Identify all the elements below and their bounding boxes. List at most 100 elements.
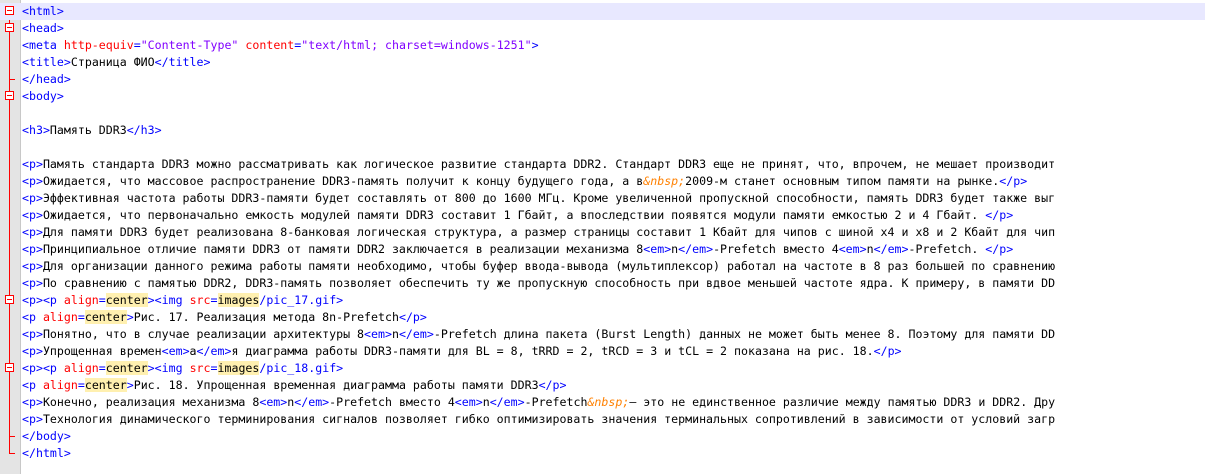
token-txt: Ожидается, что массовое распространение … [42, 174, 644, 188]
token-tag: ><img [147, 361, 190, 375]
token-tag: </em> [678, 242, 714, 256]
code-line[interactable]: <p>Для памяти DDR3 будет реализована 8-б… [0, 224, 1205, 241]
token-txt: Конечно, реализация механизма 8 [42, 395, 260, 409]
token-tag: <body> [22, 89, 64, 103]
token-tag: </h3> [126, 123, 162, 137]
code-line[interactable]: <p>Технология динамического терминирован… [0, 411, 1205, 428]
code-line[interactable]: </body> [0, 428, 1205, 445]
token-tag: <head> [22, 21, 64, 35]
token-tag: </p> [538, 378, 567, 392]
token-tag: </p> [398, 310, 427, 324]
token-txt: Упрощенная времен [42, 344, 162, 358]
code-line[interactable] [0, 105, 1205, 122]
token-tag: <p> [22, 344, 43, 358]
fold-tree-line [9, 258, 10, 275]
line-code: <p>По сравнению с памятью DDR2, DDR3-пам… [22, 275, 1055, 292]
code-line[interactable]: <p align=center>Рис. 17. Реализация мето… [0, 309, 1205, 326]
token-attr: align [63, 293, 99, 307]
code-line[interactable]: <body> [0, 88, 1205, 105]
code-line[interactable]: <p><p align=center><img src=images/pic_1… [0, 292, 1205, 309]
token-txt: -Prefetch вместо 4 [329, 395, 455, 409]
fold-collapse-icon[interactable] [5, 363, 14, 372]
token-tag: > [126, 310, 134, 324]
token-txt: Память DDR3 [49, 123, 127, 137]
code-line[interactable]: <p>Понятно, что в случае реализации архи… [0, 326, 1205, 343]
code-line[interactable]: <h3>Память DDR3</h3> [0, 122, 1205, 139]
token-tag: <em> [364, 327, 392, 341]
token-tag: </p> [985, 208, 1014, 222]
line-code: </body> [22, 428, 71, 445]
line-code: <p>Конечно, реализация механизма 8<em>n<… [22, 394, 1055, 411]
line-code: <p><p align=center><img src=images/pic_1… [22, 292, 343, 309]
token-tag: = [210, 361, 218, 375]
code-line[interactable]: <html> [0, 3, 1205, 20]
line-code: <p>Ожидается, что первоначально емкость … [22, 207, 1013, 224]
token-uval: images [217, 293, 260, 307]
token-tag: </html> [22, 446, 71, 460]
code-line[interactable]: <p align=center>Рис. 18. Упрощенная врем… [0, 377, 1205, 394]
token-tag: <p> [22, 191, 43, 205]
code-line[interactable]: <p><p align=center><img src=images/pic_1… [0, 360, 1205, 377]
token-txt: -Prefetch [524, 395, 588, 409]
code-line[interactable]: </html> [0, 445, 1205, 462]
token-txt: Для организации данного режима работы па… [42, 259, 1056, 273]
code-line[interactable] [0, 139, 1205, 156]
token-tag: <p> [22, 157, 43, 171]
token-val: "text/html; charset=windows-1251" [301, 38, 532, 52]
line-code: <body> [22, 88, 64, 105]
token-tag: <p> [22, 412, 43, 426]
code-line[interactable]: <p>Принципиальное отличие памяти DDR3 от… [0, 241, 1205, 258]
token-tag: /pic_18.gif> [259, 361, 344, 375]
token-tag: </p> [873, 344, 902, 358]
token-tag: = [210, 293, 218, 307]
token-tag: = [98, 361, 106, 375]
code-line[interactable]: <p>Память стандарта DDR3 можно рассматри… [0, 156, 1205, 173]
token-tag: <p> [22, 259, 43, 273]
fold-tree-line [9, 190, 10, 207]
token-txt: -Prefetch длина пакета (Burst Length) да… [433, 327, 1056, 341]
code-line[interactable]: <p>Ожидается, что массовое распространен… [0, 173, 1205, 190]
token-tag: <p> [22, 327, 43, 341]
token-attr: align [42, 310, 78, 324]
code-line[interactable]: <p>Ожидается, что первоначально емкость … [0, 207, 1205, 224]
code-lines[interactable]: <html> <head> <meta http-equiv="Content-Ty… [0, 3, 1205, 462]
fold-collapse-icon[interactable] [5, 295, 14, 304]
token-tag: </title> [154, 55, 211, 69]
token-tag: </em> [294, 395, 330, 409]
fold-collapse-icon[interactable] [5, 23, 14, 32]
token-txt: Понятно, что в случае реализации архитек… [42, 327, 365, 341]
line-code: <p>Для организации данного режима работы… [22, 258, 1055, 275]
token-tag: <p> [22, 225, 43, 239]
fold-collapse-icon[interactable] [5, 91, 14, 100]
token-uval: images [217, 361, 260, 375]
token-txt: n [866, 242, 874, 256]
fold-tree-line [9, 37, 10, 54]
line-code: <p>Память стандарта DDR3 можно рассматри… [22, 156, 1055, 173]
code-line[interactable]: <title>Страница ФИО</title> [0, 54, 1205, 71]
fold-collapse-icon[interactable] [5, 6, 14, 15]
line-code: <p>Понятно, что в случае реализации архи… [22, 326, 1055, 343]
token-ent: &nbsp; [587, 395, 630, 409]
code-line[interactable]: <p>Эффективная частота работы DDR3-памят… [0, 190, 1205, 207]
token-tag: <em> [259, 395, 288, 409]
token-txt: Рис. 17. Реализация метода 8n-Prefetch [133, 310, 399, 324]
code-line[interactable]: </head> [0, 71, 1205, 88]
token-txt: Страница ФИО [70, 55, 155, 69]
fold-tree-line [9, 173, 10, 190]
fold-tree-line [9, 207, 10, 224]
line-code: <p>Упрощенная времен<em>а</em>я диаграмм… [22, 343, 902, 360]
line-code: <p><p align=center><img src=images/pic_1… [22, 360, 343, 377]
code-editor[interactable]: <html> <head> <meta http-equiv="Content-Ty… [0, 0, 1205, 474]
token-tag: <title> [22, 55, 71, 69]
token-tag: <p> [22, 174, 43, 188]
token-tag: <html> [22, 4, 64, 18]
code-line[interactable]: <p>Для организации данного режима работы… [0, 258, 1205, 275]
code-line[interactable]: <meta http-equiv="Content-Type" content=… [0, 37, 1205, 54]
code-line[interactable]: <head> [0, 20, 1205, 37]
token-tag: <em> [643, 242, 672, 256]
code-line[interactable]: <p>Конечно, реализация механизма 8<em>n<… [0, 394, 1205, 411]
fold-tree-line [9, 377, 10, 394]
code-line[interactable]: <p>Упрощенная времен<em>а</em>я диаграмм… [0, 343, 1205, 360]
code-line[interactable]: <p>По сравнению с памятью DDR2, DDR3-пам… [0, 275, 1205, 292]
fold-tree-line [9, 394, 10, 411]
